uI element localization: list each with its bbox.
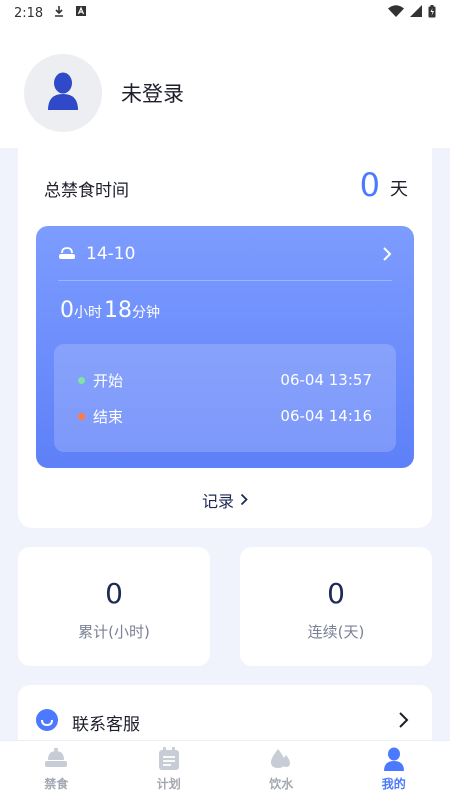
record-link[interactable]: 记录 xyxy=(18,488,432,512)
plan-header[interactable]: 14-10 xyxy=(58,240,392,268)
download-icon xyxy=(53,5,65,21)
tab-water[interactable]: 饮水 xyxy=(225,741,338,800)
start-dot-icon xyxy=(78,376,85,384)
tab-label: 饮水 xyxy=(269,777,294,791)
total-fasting-unit: 天 xyxy=(390,179,408,200)
elapsed-time: 0 小时 18 分钟 xyxy=(60,298,162,323)
elapsed-hours-unit: 小时 xyxy=(74,305,102,321)
customer-service-icon xyxy=(36,709,58,735)
elapsed-hours: 0 xyxy=(60,298,74,323)
chevron-right-icon xyxy=(398,711,410,733)
status-bar: 2:18 xyxy=(0,0,450,26)
tab-profile[interactable]: 我的 xyxy=(338,741,450,800)
plan-icon xyxy=(156,747,182,771)
tab-label: 计划 xyxy=(156,777,181,791)
status-time: 2:18 xyxy=(14,5,44,21)
stat-label: 连续(天) xyxy=(307,623,365,641)
elapsed-minutes-unit: 分钟 xyxy=(132,305,160,321)
end-time-row: 结束 06-04 14:16 xyxy=(78,404,372,428)
start-time-row: 开始 06-04 13:57 xyxy=(78,368,372,392)
fasting-icon xyxy=(43,747,69,771)
profile-icon xyxy=(381,747,407,771)
tab-fasting[interactable]: 禁食 xyxy=(0,741,113,800)
contact-support-label: 联系客服 xyxy=(72,715,140,735)
start-time-value: 06-04 13:57 xyxy=(280,371,372,389)
end-dot-icon xyxy=(78,412,85,420)
wifi-icon xyxy=(388,5,404,21)
tab-label: 禁食 xyxy=(44,777,69,791)
current-plan-card[interactable]: 14-10 0 小时 18 分钟 开始 06-04 13:57 结束 06-04… xyxy=(36,226,414,468)
total-fasting-value: 0 xyxy=(359,166,380,204)
tab-plan[interactable]: 计划 xyxy=(113,741,226,800)
avatar[interactable] xyxy=(24,54,102,132)
battery-icon xyxy=(428,4,436,22)
bottom-tab-bar: 禁食 计划 饮水 我的 xyxy=(0,740,450,800)
water-drop-icon xyxy=(268,747,294,771)
fasting-times-box: 开始 06-04 13:57 结束 06-04 14:16 xyxy=(54,344,396,452)
profile-header: 未登录 xyxy=(0,26,450,148)
stat-card-total-hours: 0 累计(小时) xyxy=(18,547,210,666)
elapsed-minutes: 18 xyxy=(104,298,132,323)
username-label[interactable]: 未登录 xyxy=(121,78,184,108)
divider xyxy=(58,280,392,281)
fasting-summary-card: 总禁食时间 0 天 14-10 0 小时 18 分钟 开始 06-04 13:5… xyxy=(18,148,432,528)
signal-icon xyxy=(410,5,422,21)
end-label: 结束 xyxy=(93,407,124,426)
chevron-right-icon xyxy=(240,491,248,510)
end-time-value: 06-04 14:16 xyxy=(280,407,372,425)
tab-label: 我的 xyxy=(381,777,406,791)
chevron-right-icon[interactable] xyxy=(382,246,392,262)
stat-label: 累计(小时) xyxy=(78,623,150,641)
stat-card-streak-days: 0 连续(天) xyxy=(240,547,432,666)
start-label: 开始 xyxy=(93,371,124,390)
record-link-label: 记录 xyxy=(201,492,234,511)
stat-value: 0 xyxy=(327,577,345,610)
stat-value: 0 xyxy=(105,577,123,610)
plan-name: 14-10 xyxy=(86,244,136,264)
notification-a-icon xyxy=(75,5,87,21)
plate-icon xyxy=(58,247,76,261)
total-fasting-label: 总禁食时间 xyxy=(44,181,129,201)
user-icon xyxy=(46,72,80,114)
